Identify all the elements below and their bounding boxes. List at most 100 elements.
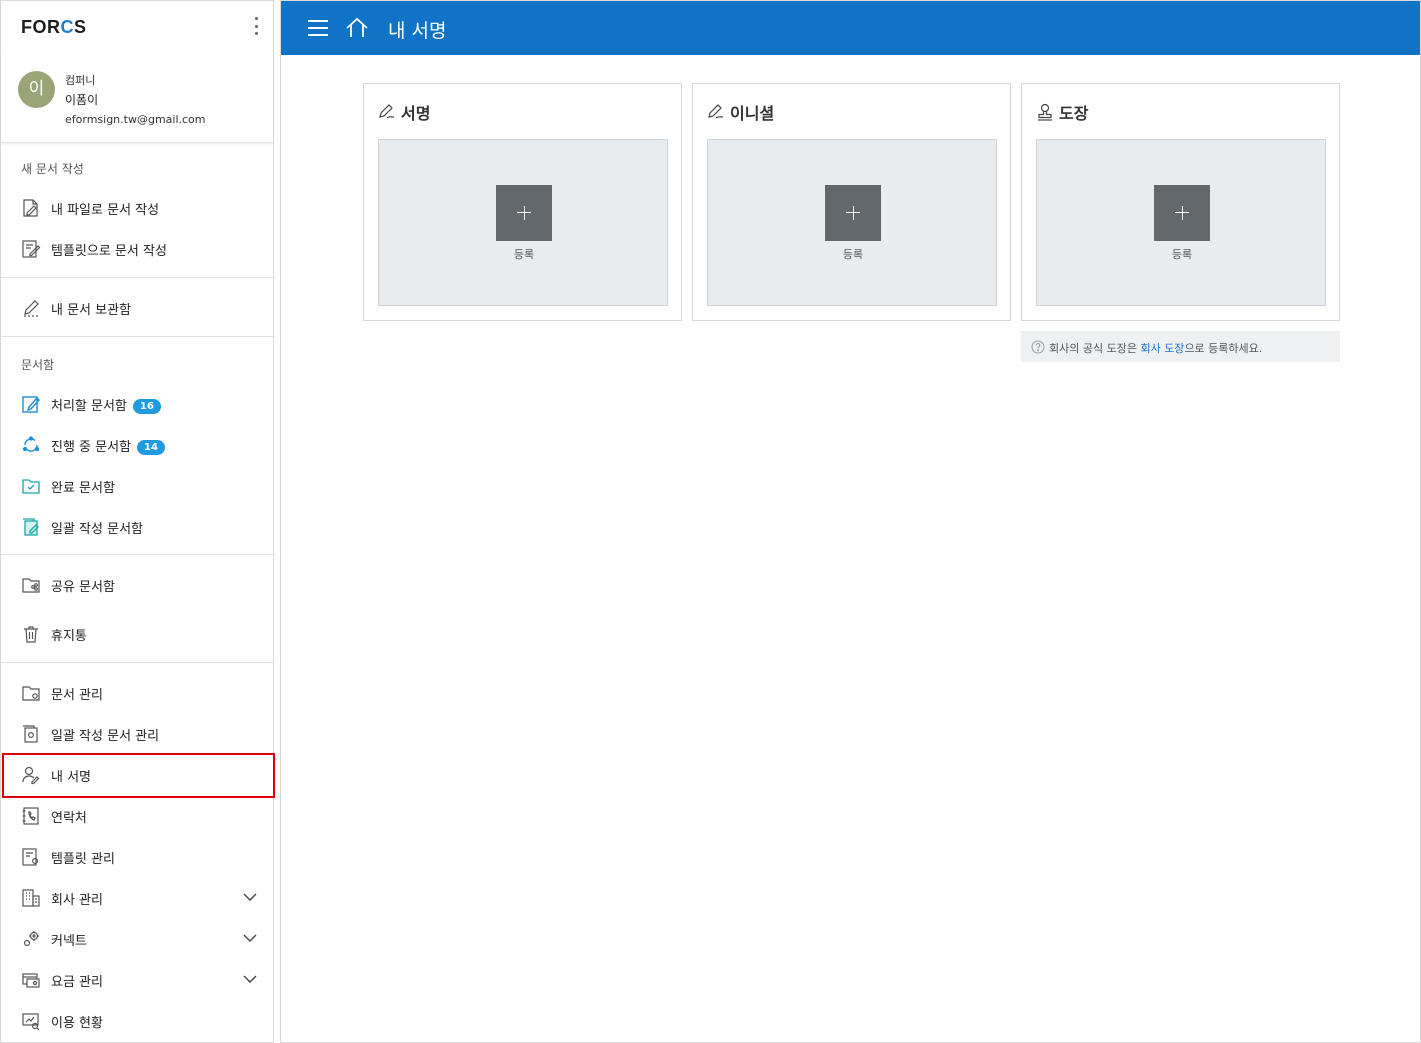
logo-row: FORCS <box>1 1 273 53</box>
refresh-cycle-icon <box>22 436 40 452</box>
hamburger-menu-icon[interactable] <box>308 19 328 37</box>
chevron-down-icon[interactable] <box>243 931 257 945</box>
sidebar-item-label: 연락처 <box>51 811 87 826</box>
bulk-settings-icon <box>23 725 38 743</box>
bulk-document-icon <box>23 518 39 536</box>
count-badge: 16 <box>132 399 161 414</box>
sidebar-item-trash[interactable]: 휴지통 <box>1 616 273 650</box>
sidebar-item-label: 공유 문서함 <box>51 580 115 595</box>
to-process-text: 처리할 문서함 <box>51 399 127 414</box>
home-icon[interactable] <box>345 16 369 40</box>
pen-icon <box>24 300 39 317</box>
selected-item-highlight <box>2 753 275 798</box>
add-label: 등록 <box>513 248 535 261</box>
count-badge: 14 <box>137 440 165 455</box>
sidebar-item-label: 템플릿 관리 <box>51 852 115 867</box>
user-name: 이폼이 <box>65 93 99 107</box>
sidebar-item-completed[interactable]: 완료 문서함 <box>1 468 273 502</box>
logo-text-accent: C <box>60 17 74 37</box>
card-title: 이니셜 <box>730 104 775 123</box>
sidebar-item-my-storage[interactable]: 내 문서 보관함 <box>1 290 273 324</box>
file-edit-icon <box>23 199 38 217</box>
add-stamp-button[interactable] <box>1154 185 1210 241</box>
main-content: 내 서명 서명 등록 이니셜 등록 도장 등록 회사의 공식 도장은 회사 도장… <box>280 0 1421 1043</box>
avatar: 이 <box>18 71 55 108</box>
sidebar: FORCS 이 컴퍼니 이폼이 eformsign.tw@gmail.com 새… <box>0 0 275 1043</box>
sidebar-item-label: 휴지통 <box>51 629 87 644</box>
user-email: eformsign.tw@gmail.com <box>65 113 206 126</box>
page-title: 내 서명 <box>388 20 447 42</box>
sidebar-item-label: 처리할 문서함 16 <box>51 395 161 414</box>
divider <box>1 336 273 337</box>
pen-icon <box>708 104 724 119</box>
stamp-icon <box>1038 103 1052 121</box>
sidebar-item-connect[interactable]: 커넥트 <box>1 921 273 955</box>
company-name: 컴퍼니 <box>65 74 96 87</box>
stamp-card: 도장 등록 <box>1021 83 1340 321</box>
sidebar-item-label: 회사 관리 <box>51 893 103 908</box>
divider <box>1 662 273 663</box>
note-prefix: 회사의 공식 도장은 <box>1049 342 1141 355</box>
sidebar-item-to-process[interactable]: 처리할 문서함 16 <box>1 386 273 420</box>
user-profile[interactable]: 이 컴퍼니 이폼이 eformsign.tw@gmail.com <box>1 53 273 143</box>
top-header: 내 서명 <box>281 1 1420 55</box>
credit-card-icon <box>22 973 40 988</box>
divider <box>1 277 273 278</box>
chevron-down-icon[interactable] <box>243 972 257 986</box>
card-title: 도장 <box>1059 104 1089 123</box>
document-edit-icon <box>22 396 40 413</box>
sidebar-item-label: 완료 문서함 <box>51 481 115 496</box>
folder-check-icon <box>22 479 40 494</box>
sidebar-item-template-manage[interactable]: 템플릿 관리 <box>1 839 273 873</box>
card-header: 서명 <box>378 100 430 124</box>
add-initial-button[interactable] <box>825 185 881 241</box>
sidebar-item-new-from-template[interactable]: 템플릿으로 문서 작성 <box>1 231 273 265</box>
sidebar-item-company-manage[interactable]: 회사 관리 <box>1 880 273 914</box>
trash-icon <box>24 626 38 643</box>
sidebar-item-usage[interactable]: 이용 현황 <box>1 1003 273 1037</box>
in-progress-text: 진행 중 문서함 <box>51 440 132 455</box>
note-suffix: 으로 등록하세요. <box>1184 342 1263 355</box>
sidebar-item-label: 내 문서 보관함 <box>51 303 132 318</box>
sidebar-item-new-from-file[interactable]: 내 파일로 문서 작성 <box>1 190 273 224</box>
sidebar-item-contacts[interactable]: 연락처 <box>1 798 273 832</box>
gears-icon <box>23 931 39 947</box>
section-title-new-document: 새 문서 작성 <box>21 162 84 176</box>
stamp-drop-area: 등록 <box>1036 139 1326 306</box>
sidebar-item-label: 요금 관리 <box>51 975 103 990</box>
sidebar-item-bulk-manage[interactable]: 일괄 작성 문서 관리 <box>1 716 273 750</box>
initial-drop-area: 등록 <box>707 139 997 306</box>
more-options-icon[interactable] <box>253 17 259 35</box>
sidebar-item-in-progress[interactable]: 진행 중 문서함 14 <box>1 427 273 461</box>
sidebar-item-document-manage[interactable]: 문서 관리 <box>1 675 273 709</box>
card-header: 도장 <box>1036 100 1088 124</box>
signature-card: 서명 등록 <box>363 83 682 321</box>
sidebar-item-shared[interactable]: 공유 문서함 <box>1 567 273 601</box>
card-header: 이니셜 <box>707 100 774 124</box>
chevron-down-icon[interactable] <box>243 890 257 904</box>
sidebar-item-label: 이용 현황 <box>51 1016 103 1031</box>
template-settings-icon <box>22 848 39 866</box>
usage-report-icon <box>22 1013 40 1031</box>
forcs-logo[interactable]: FORCS <box>21 17 87 38</box>
building-icon <box>22 889 40 907</box>
divider <box>1 554 273 555</box>
note-text: 회사의 공식 도장은 회사 도장으로 등록하세요. <box>1049 340 1262 356</box>
stamp-info-note: 회사의 공식 도장은 회사 도장으로 등록하세요. <box>1021 331 1340 362</box>
signature-drop-area: 등록 <box>378 139 668 306</box>
card-title: 서명 <box>401 104 431 123</box>
question-circle-icon <box>1031 340 1045 354</box>
add-label: 등록 <box>842 248 864 261</box>
pen-icon <box>379 104 395 119</box>
logo-text-left: FOR <box>21 17 61 37</box>
logo-text-right: S <box>74 17 87 37</box>
add-label: 등록 <box>1171 248 1193 261</box>
shared-folder-icon <box>22 578 40 593</box>
sidebar-item-label: 커넥트 <box>51 934 87 949</box>
add-signature-button[interactable] <box>496 185 552 241</box>
sidebar-item-label: 내 파일로 문서 작성 <box>51 203 160 218</box>
sidebar-item-billing[interactable]: 요금 관리 <box>1 962 273 996</box>
company-stamp-link[interactable]: 회사 도장 <box>1140 342 1184 355</box>
sidebar-item-label: 문서 관리 <box>51 688 103 703</box>
sidebar-item-bulk-box[interactable]: 일괄 작성 문서함 <box>1 509 273 543</box>
